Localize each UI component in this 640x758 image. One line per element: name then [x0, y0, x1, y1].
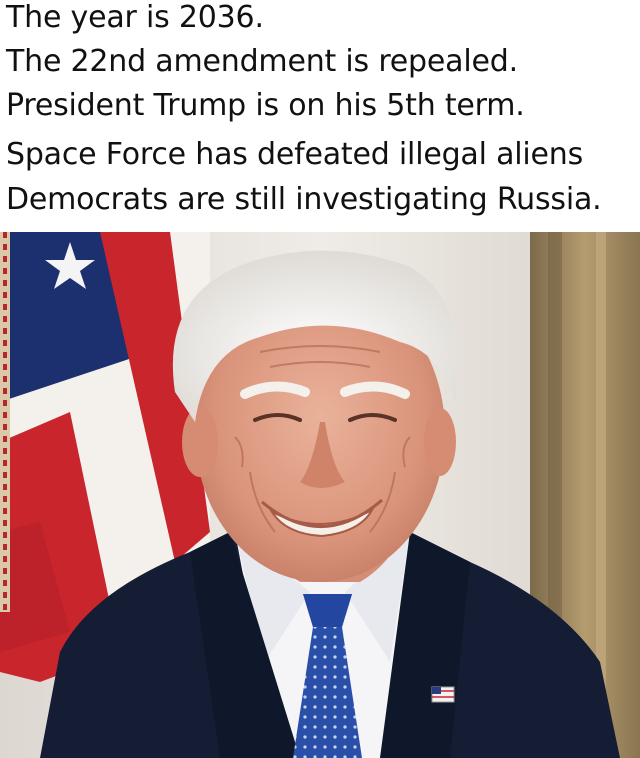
- portrait-photo: [0, 232, 640, 758]
- caption-text-block: The year is 2036. The 22nd amendment is …: [0, 0, 640, 232]
- caption-line-2: The 22nd amendment is repealed.: [6, 44, 518, 79]
- caption-line-4: Space Force has defeated illegal aliens: [6, 137, 584, 172]
- portrait-illustration: [0, 232, 640, 758]
- caption-line-3: President Trump is on his 5th term.: [6, 88, 525, 123]
- caption-line-5: Democrats are still investigating Russia…: [6, 182, 602, 217]
- caption-line-1: The year is 2036.: [6, 0, 264, 35]
- flag-pin: [431, 686, 455, 703]
